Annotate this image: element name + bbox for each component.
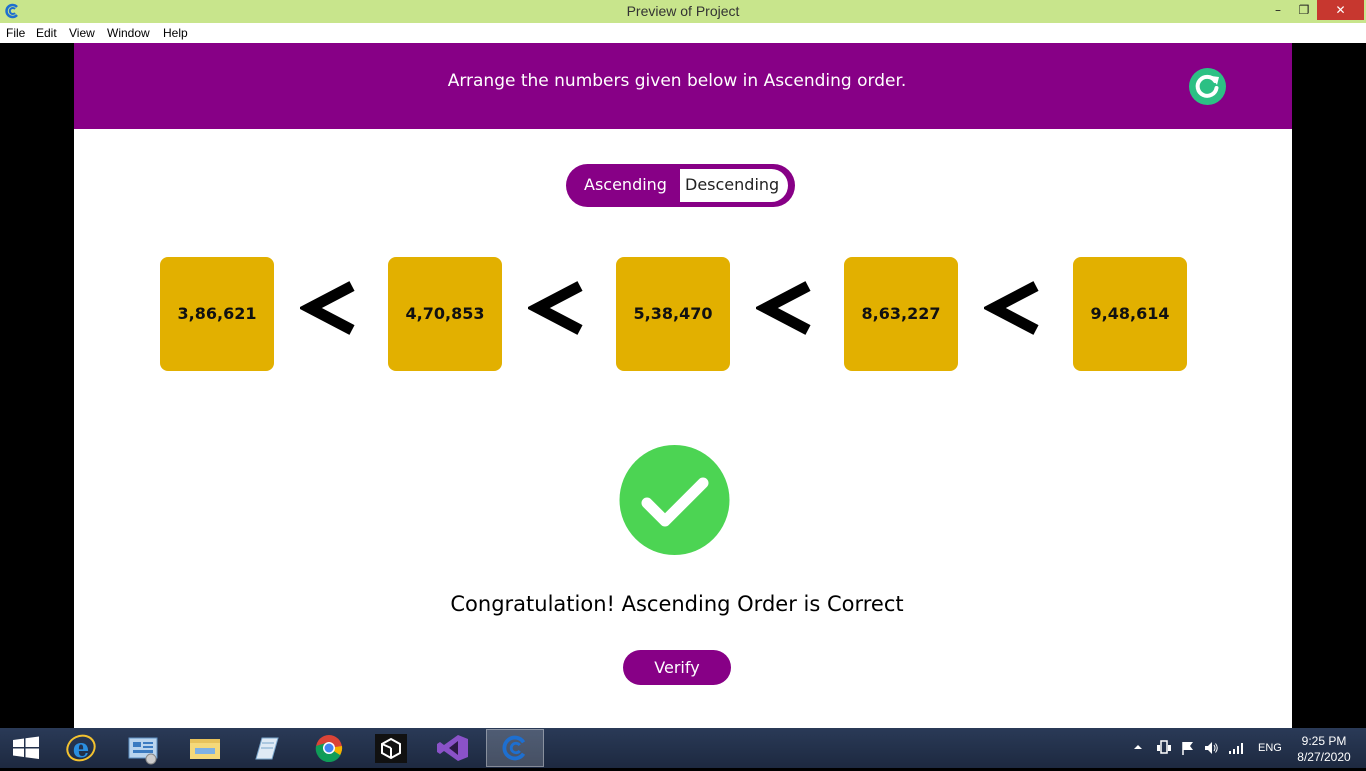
number-card[interactable]: 8,63,227 [844, 257, 958, 371]
header-bar: Arrange the numbers given below in Ascen… [74, 43, 1292, 129]
visual-studio-icon [437, 735, 468, 761]
order-toggle: Ascending Descending [566, 164, 795, 207]
instruction-text: Arrange the numbers given below in Ascen… [447, 71, 907, 91]
toggle-descending[interactable]: Descending [680, 169, 788, 202]
clock-date: 8/27/2020 [1297, 750, 1351, 764]
number-card[interactable]: 4,70,853 [388, 257, 502, 371]
menu-file[interactable]: File [6, 26, 25, 40]
server-manager-icon [128, 737, 158, 765]
svg-text:e: e [73, 734, 90, 764]
number-card[interactable]: 3,86,621 [160, 257, 274, 371]
taskbar-visual-studio[interactable] [424, 729, 482, 767]
check-circle-icon [619, 445, 730, 555]
taskbar-project-app[interactable] [486, 729, 544, 767]
less-than-icon [300, 281, 355, 335]
taskbar-file-explorer[interactable] [176, 729, 234, 767]
menu-view[interactable]: View [69, 26, 95, 40]
taskbar: e ENG 9:25 PM 8/27/2020 [0, 728, 1366, 768]
network-signal-icon[interactable] [1228, 740, 1246, 756]
clock-time: 9:25 PM [1301, 734, 1347, 748]
file-explorer-icon [190, 739, 220, 759]
taskbar-notes[interactable] [238, 729, 296, 767]
notes-icon [255, 737, 279, 760]
toggle-ascending[interactable]: Ascending [584, 175, 667, 194]
show-hidden-icons-icon[interactable] [1132, 742, 1144, 752]
chrome-icon [315, 735, 343, 763]
language-indicator[interactable]: ENG [1258, 742, 1282, 754]
verify-button[interactable]: Verify [623, 650, 731, 685]
refresh-icon [1195, 74, 1219, 98]
number-card[interactable]: 5,38,470 [616, 257, 730, 371]
unity-icon [375, 734, 407, 763]
volume-icon[interactable] [1203, 740, 1219, 756]
window-title: Preview of Project [626, 3, 740, 19]
app-content: Arrange the numbers given below in Ascen… [74, 43, 1292, 728]
start-icon [13, 736, 39, 759]
internet-explorer-icon: e [66, 734, 96, 764]
less-than-icon [984, 281, 1039, 335]
menu-edit[interactable]: Edit [36, 26, 57, 40]
taskbar-chrome[interactable] [300, 729, 358, 767]
maximize-button[interactable]: ❐ [1291, 0, 1317, 20]
taskbar-server-manager[interactable] [114, 729, 172, 767]
minimize-button[interactable]: – [1265, 0, 1291, 20]
title-bar: Preview of Project – ❐ ✕ [0, 0, 1366, 23]
menu-help[interactable]: Help [163, 26, 188, 40]
menu-bar: File Edit View Window Help [0, 23, 1366, 43]
result-message: Congratulation! Ascending Order is Corre… [450, 592, 904, 616]
reset-button[interactable] [1189, 68, 1226, 105]
number-card[interactable]: 9,48,614 [1073, 257, 1187, 371]
start-button[interactable] [0, 729, 58, 767]
flag-icon[interactable] [1180, 740, 1196, 756]
menu-window[interactable]: Window [107, 26, 150, 40]
clock[interactable]: 9:25 PM 8/27/2020 [1290, 733, 1358, 765]
less-than-icon [756, 281, 811, 335]
taskbar-ie[interactable]: e [52, 729, 110, 767]
project-app-icon [502, 735, 526, 761]
taskbar-unity[interactable] [362, 729, 420, 767]
device-icon[interactable] [1156, 740, 1172, 756]
close-button[interactable]: ✕ [1317, 0, 1364, 20]
less-than-icon [528, 281, 583, 335]
